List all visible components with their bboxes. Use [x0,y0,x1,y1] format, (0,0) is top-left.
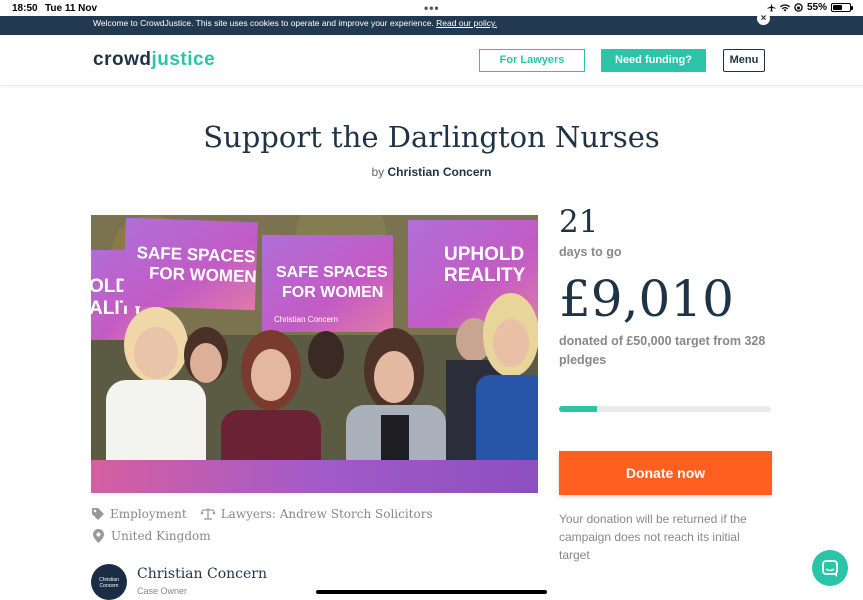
campaign-photo: OLD ALITY SAFE SPACES FOR WOMEN SAFE SPA… [91,215,538,493]
status-indicators: 55% [767,2,853,13]
category-label: Employment [110,507,187,521]
page-title: Support the Darlington Nurses [203,120,660,154]
logo-justice: justice [151,49,216,70]
owner-name[interactable]: Christian Concern [137,566,267,582]
location-row: United Kingdom [93,529,211,543]
svg-text:Christian Concern: Christian Concern [274,315,338,324]
chat-launcher-button[interactable] [812,550,848,586]
location-pin-icon [93,529,104,543]
funding-progress-bar [559,406,771,412]
battery-percent: 55% [806,2,827,13]
location-label: United Kingdom [111,529,211,543]
donate-button[interactable]: Donate now [559,451,772,495]
svg-text:UPHOLD: UPHOLD [444,244,524,265]
chat-icon [822,560,838,577]
byline-prefix: by [371,165,385,179]
svg-text:FOR WOMEN: FOR WOMEN [149,264,257,287]
cookie-banner: Welcome to CrowdJustice. This site uses … [0,12,863,35]
target-summary: donated of £50,000 target from 328 pledg… [559,334,766,367]
protest-sign-2: SAFE SPACES FOR WOMEN Christian Concern [262,235,393,332]
owner-avatar[interactable]: Christian Concern [91,564,127,600]
cookie-text: Welcome to CrowdJustice. This site uses … [93,18,437,28]
protest-banner [91,460,538,493]
organiser-link[interactable]: Christian Concern [388,165,492,179]
scales-icon [200,508,216,520]
byline: by Christian Concern [0,165,863,179]
for-lawyers-button[interactable]: For Lawyers [479,49,585,72]
need-funding-button[interactable]: Need funding? [601,49,706,72]
ios-status-bar: 18:50 Tue 11 Nov ••• 55% [0,0,863,16]
battery-icon [831,3,853,12]
cookie-policy-link[interactable]: Read our policy. [436,18,497,28]
days-remaining: 21 [559,204,599,240]
orientation-lock-icon [794,3,803,12]
crowdjustice-logo[interactable]: crowdjustice [93,49,215,71]
airplane-icon [767,3,776,12]
refund-note: Your donation will be returned if the ca… [559,512,747,562]
close-icon[interactable]: × [757,12,770,25]
home-indicator[interactable] [316,590,547,594]
status-time: 18:50 [12,3,38,14]
svg-text:FOR WOMEN: FOR WOMEN [282,284,383,301]
wifi-icon [779,3,790,11]
campaign-image: OLD ALITY SAFE SPACES FOR WOMEN SAFE SPA… [91,215,538,493]
svg-text:REALITY: REALITY [444,265,526,286]
logo-crowd: crowd [93,49,152,70]
owner-role: Case Owner [137,586,188,596]
status-date: Tue 11 Nov [45,3,98,14]
amount-raised: £9,010 [559,270,734,328]
site-header: crowdjustice For Lawyers Need funding? M… [0,35,863,86]
progress-fill [559,406,598,412]
protest-sign-1: SAFE SPACES FOR WOMEN [122,217,258,311]
svg-text:SAFE SPACES: SAFE SPACES [276,264,388,281]
days-remaining-label: days to go [559,245,622,259]
cookie-message: Welcome to CrowdJustice. This site uses … [93,18,497,28]
category-tag[interactable]: Employment Lawyers: Andrew Storch Solici… [91,507,433,521]
multitask-dots-icon[interactable]: ••• [424,1,440,15]
tag-icon [92,508,104,520]
menu-button[interactable]: Menu [723,49,765,72]
lawyers-label[interactable]: Lawyers: Andrew Storch Solicitors [221,507,433,521]
